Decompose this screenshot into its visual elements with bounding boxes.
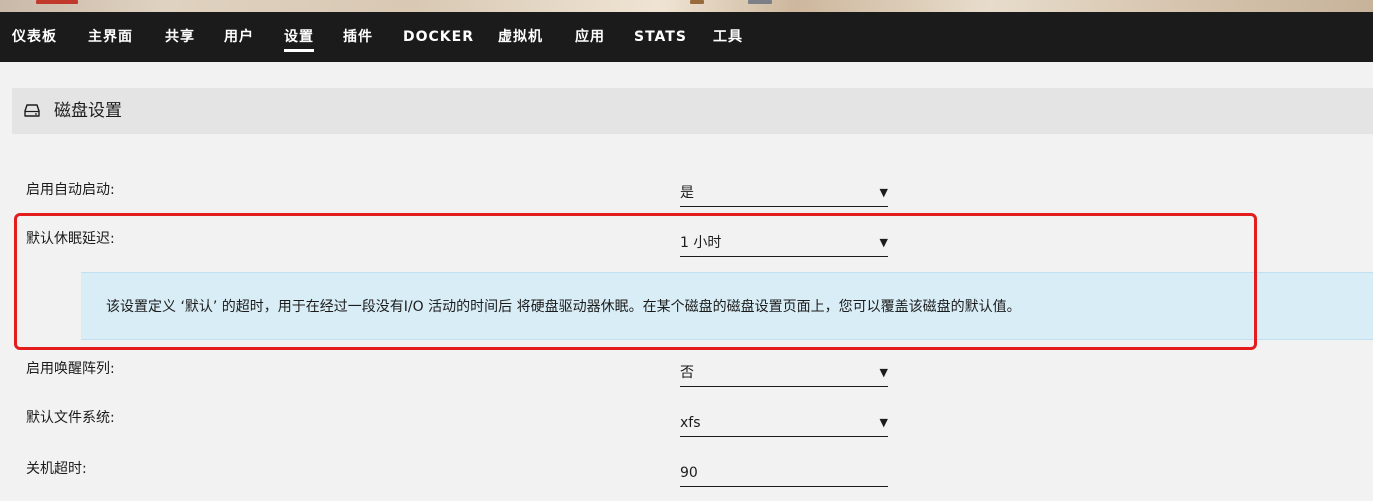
hard-drive-icon bbox=[24, 103, 40, 117]
banner-mark bbox=[690, 0, 704, 4]
spinup-groups-value: 否 bbox=[680, 365, 694, 381]
nav-item-dashboard[interactable]: 仪表板 bbox=[12, 27, 57, 47]
spindown-delay-select[interactable]: 1 小时 ▼ bbox=[680, 231, 888, 257]
shutdown-timeout-label: 关机超时: bbox=[26, 461, 87, 477]
dropdown-arrow-icon: ▼ bbox=[879, 236, 888, 249]
shutdown-timeout-input[interactable]: 90 bbox=[680, 461, 888, 487]
dropdown-arrow-icon: ▼ bbox=[879, 366, 888, 379]
nav-item-main[interactable]: 主界面 bbox=[88, 27, 133, 47]
auto-start-value: 是 bbox=[680, 185, 694, 201]
nav-item-users[interactable]: 用户 bbox=[224, 27, 254, 47]
dropdown-arrow-icon: ▼ bbox=[879, 186, 888, 199]
nav-item-plugins[interactable]: 插件 bbox=[343, 27, 373, 47]
spinup-groups-label: 启用唤醒阵列: bbox=[26, 361, 115, 377]
shutdown-timeout-value: 90 bbox=[680, 465, 698, 481]
help-box: 该设置定义 ‘默认’ 的超时，用于在经过一段没有I/O 活动的时间后 将硬盘驱动… bbox=[81, 272, 1373, 340]
dropdown-arrow-icon: ▼ bbox=[879, 416, 888, 429]
spinup-groups-select[interactable]: 否 ▼ bbox=[680, 361, 888, 387]
default-filesystem-select[interactable]: xfs ▼ bbox=[680, 411, 888, 437]
nav-item-stats[interactable]: STATS bbox=[634, 27, 687, 47]
help-text: 该设置定义 ‘默认’ 的超时，用于在经过一段没有I/O 活动的时间后 将硬盘驱动… bbox=[106, 299, 1021, 315]
spindown-delay-value: 1 小时 bbox=[680, 235, 722, 251]
auto-start-select[interactable]: 是 ▼ bbox=[680, 181, 888, 207]
page-title: 磁盘设置 bbox=[54, 101, 122, 121]
banner-mark bbox=[36, 0, 78, 4]
main-navigation: 仪表板 主界面 共享 用户 设置 插件 DOCKER 虚拟机 应用 STATS … bbox=[0, 12, 1373, 62]
nav-item-apps[interactable]: 应用 bbox=[575, 27, 605, 47]
header-banner bbox=[0, 0, 1373, 12]
nav-item-tools[interactable]: 工具 bbox=[713, 27, 743, 47]
default-filesystem-label: 默认文件系统: bbox=[26, 410, 115, 426]
default-filesystem-value: xfs bbox=[680, 415, 701, 431]
section-header: 磁盘设置 bbox=[12, 88, 1373, 134]
nav-item-vms[interactable]: 虚拟机 bbox=[498, 27, 543, 47]
nav-item-shares[interactable]: 共享 bbox=[165, 27, 195, 47]
nav-item-docker[interactable]: DOCKER bbox=[403, 27, 474, 47]
nav-item-settings[interactable]: 设置 bbox=[284, 27, 314, 52]
auto-start-label: 启用自动启动: bbox=[26, 182, 115, 198]
banner-mark bbox=[748, 0, 772, 4]
spindown-delay-label: 默认休眠延迟: bbox=[26, 231, 115, 247]
